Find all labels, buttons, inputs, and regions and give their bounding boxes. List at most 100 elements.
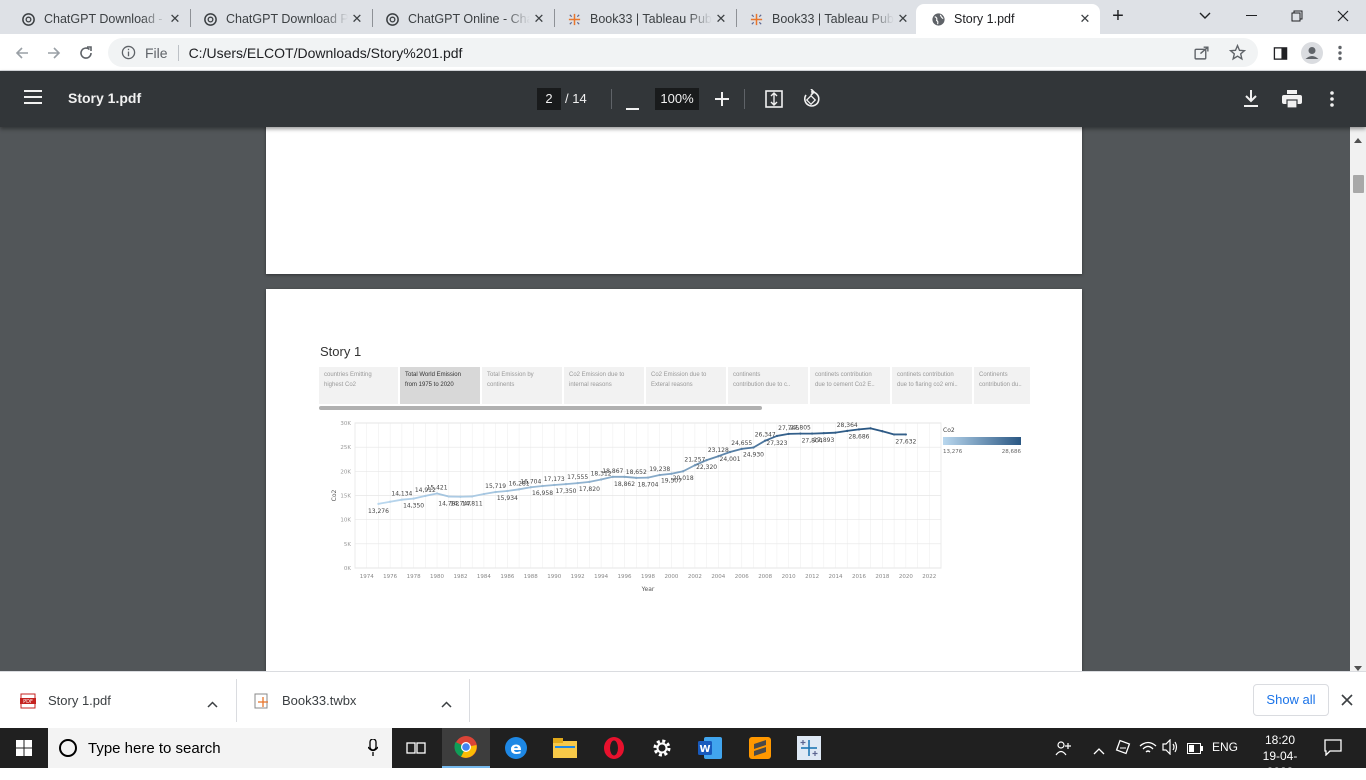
close-tab-icon[interactable]: ✕ (530, 10, 548, 28)
browser-tab-active[interactable]: Story 1.pdf ✕ (916, 4, 1100, 34)
tab-search-chevron-icon[interactable] (1182, 0, 1228, 32)
restore-button[interactable] (1274, 0, 1320, 32)
close-tab-icon[interactable]: ✕ (894, 10, 912, 28)
side-panel-icon[interactable] (1267, 40, 1293, 66)
language-indicator[interactable]: ENG (1212, 740, 1238, 754)
legend-min-label: 13,276 (943, 449, 963, 455)
edge-taskbar-icon[interactable]: e (492, 728, 540, 768)
downloads-bar: PDF Story 1.pdf Book33.twbx Show all (0, 671, 1366, 728)
back-button[interactable] (9, 40, 35, 66)
data-point (553, 484, 555, 486)
chevron-up-icon[interactable] (441, 696, 452, 711)
browser-tab[interactable]: ChatGPT Download PC ✕ (188, 4, 372, 34)
bookmark-star-icon[interactable] (1229, 44, 1246, 64)
pdf-viewer[interactable]: Story 1 countries Emittinghighest Co2 To… (0, 127, 1366, 671)
profile-avatar[interactable] (1299, 40, 1325, 66)
network-tray-icon[interactable] (1115, 739, 1131, 758)
notifications-icon[interactable] (1324, 738, 1342, 759)
data-label: 24,001 (720, 456, 741, 463)
data-label: 27,893 (813, 437, 834, 444)
story-point-tab[interactable]: Co2 Emission due toExteral reasons (646, 367, 726, 404)
forward-button[interactable] (41, 40, 67, 66)
print-icon[interactable] (1282, 90, 1302, 111)
story-point-tab[interactable]: continentscontribution due to c.. (728, 367, 808, 404)
vertical-scrollbar[interactable] (1350, 127, 1366, 671)
volume-icon[interactable] (1162, 739, 1180, 758)
story-point-tab-selected[interactable]: Total World Emissionfrom 1975 to 2020 (400, 367, 480, 404)
browser-tab[interactable]: Book33 | Tableau Publ ✕ (552, 4, 736, 34)
story-point-tab[interactable]: Co2 Emission due tointernal reasons (564, 367, 644, 404)
wifi-icon[interactable] (1139, 740, 1157, 758)
download-icon[interactable] (1244, 90, 1258, 110)
data-point (389, 501, 391, 503)
series-line-segment (554, 484, 566, 485)
microphone-icon[interactable] (368, 739, 378, 760)
opera-icon[interactable] (590, 728, 638, 768)
data-label: 22,320 (696, 464, 717, 471)
file-explorer-icon[interactable] (541, 728, 589, 768)
download-item[interactable]: Book33.twbx (254, 672, 469, 729)
new-tab-button[interactable]: + (1096, 0, 1140, 32)
url-text[interactable]: C:/Users/ELCOT/Downloads/Story%201.pdf (189, 45, 463, 61)
browser-tab[interactable]: ChatGPT Online - Cha ✕ (370, 4, 554, 34)
word-icon[interactable]: W (686, 728, 734, 768)
story-point-tab[interactable]: continets contributiondue to flaring co2… (892, 367, 972, 404)
rotate-icon[interactable] (801, 89, 821, 112)
chevron-up-tray-icon[interactable] (1093, 743, 1105, 758)
zoom-in-icon[interactable] (715, 92, 729, 109)
minimize-button[interactable] (1228, 0, 1274, 32)
x-tick-label: 2000 (664, 574, 678, 580)
data-label: 14,350 (403, 503, 424, 510)
browser-tab-strip: ChatGPT Download - C ✕ ChatGPT Download … (0, 0, 1366, 34)
more-options-icon[interactable] (1330, 91, 1334, 110)
data-label: 23,128 (708, 447, 729, 454)
tableau-taskbar-icon[interactable] (785, 728, 833, 768)
browser-tab[interactable]: Book33 | Tableau Publ ✕ (734, 4, 918, 34)
chrome-menu-icon[interactable] (1327, 40, 1353, 66)
share-icon[interactable] (1193, 44, 1210, 64)
windows-start-icon[interactable] (0, 728, 48, 768)
page-number-input[interactable]: 2 (537, 88, 561, 110)
close-tab-icon[interactable]: ✕ (1076, 10, 1094, 28)
zoom-out-icon[interactable] (626, 98, 639, 113)
chrome-taskbar-icon[interactable] (442, 728, 490, 768)
scroll-up-arrow-icon[interactable] (1354, 131, 1362, 146)
sublime-text-icon[interactable] (736, 728, 784, 768)
zoom-input[interactable]: 100% (655, 88, 699, 110)
hamburger-menu-icon[interactable] (24, 90, 42, 107)
fit-page-icon[interactable] (765, 90, 783, 111)
data-label: 19,238 (649, 466, 670, 473)
data-point (752, 446, 754, 448)
scrollbar-thumb[interactable] (1353, 175, 1364, 193)
story-point-tab[interactable]: Continentscontribution du.. (974, 367, 1030, 404)
data-label: 18,862 (614, 481, 635, 488)
browser-tab[interactable]: ChatGPT Download - C ✕ (6, 4, 190, 34)
story-point-tab[interactable]: Total Emission bycontinents (482, 367, 562, 404)
task-view-icon[interactable] (392, 728, 440, 768)
close-downloads-icon[interactable] (1341, 694, 1353, 709)
taskbar-search-box[interactable]: Type here to search (48, 728, 392, 768)
story-point-tab[interactable]: continets contributiondue to cement Co2 … (810, 367, 890, 404)
clock-date: 19-04-2023 (1250, 748, 1310, 780)
close-tab-icon[interactable]: ✕ (166, 10, 184, 28)
download-item[interactable]: PDF Story 1.pdf (20, 672, 235, 729)
y-tick-label: 30K (340, 421, 351, 427)
omnibox[interactable]: File C:/Users/ELCOT/Downloads/Story%201.… (108, 38, 1258, 67)
chevron-up-icon[interactable] (207, 696, 218, 711)
clock-time: 18:20 (1250, 732, 1310, 748)
people-icon[interactable] (1055, 740, 1071, 759)
close-tab-icon[interactable]: ✕ (712, 10, 730, 28)
show-all-button[interactable]: Show all (1253, 684, 1329, 716)
tab-title: Story 1.pdf (954, 12, 1076, 26)
story-nav-scrollbar[interactable] (319, 406, 762, 410)
close-tab-icon[interactable]: ✕ (348, 10, 366, 28)
reload-button[interactable] (73, 40, 99, 66)
clock[interactable]: 18:20 19-04-2023 (1250, 732, 1310, 780)
settings-gear-icon[interactable] (638, 728, 686, 768)
close-window-button[interactable] (1320, 0, 1366, 32)
pdf-icon: PDF (20, 693, 36, 709)
story-point-tab[interactable]: countries Emittinghighest Co2 (319, 367, 398, 404)
info-icon[interactable] (120, 45, 136, 61)
battery-icon[interactable] (1187, 742, 1203, 757)
data-point (424, 495, 426, 497)
